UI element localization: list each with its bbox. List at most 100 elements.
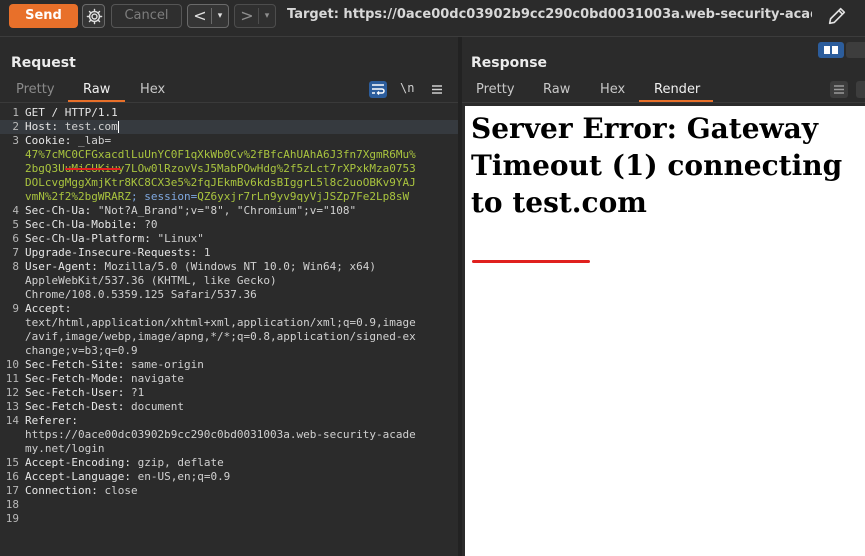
cancel-button[interactable]: Cancel [111, 4, 182, 28]
editor-line[interactable]: 9 Accept: [0, 302, 458, 316]
editor-line[interactable]: my.net/login [0, 442, 458, 456]
back-nav-group[interactable]: < ▾ [187, 4, 229, 28]
editor-line[interactable]: change;v=b3;q=0.9 [0, 344, 458, 358]
newline-toggle-icon[interactable] [856, 81, 865, 98]
line-text[interactable]: Sec-Ch-Ua-Mobile: ?0 [25, 218, 157, 232]
line-text[interactable]: my.net/login [25, 442, 104, 456]
line-text[interactable]: https://0ace00dc03902b9cc290c0bd0031003a… [25, 428, 416, 442]
editor-line[interactable]: 13 Sec-Fetch-Dest: document [0, 400, 458, 414]
line-text[interactable]: Cookie: _lab= [25, 134, 111, 148]
editor-line[interactable]: text/html,application/xhtml+xml,applicat… [0, 316, 458, 330]
line-text[interactable]: Upgrade-Insecure-Requests: 1 [25, 246, 210, 260]
editor-line[interactable]: 2 Host: test.com [0, 120, 458, 134]
newline-toggle-icon[interactable]: \n [400, 81, 418, 98]
response-tabs: Pretty Raw Hex Render [462, 80, 865, 102]
chevron-down-icon[interactable]: ▾ [260, 5, 274, 27]
text-segment: _lab= [77, 134, 112, 147]
line-text[interactable]: 47%7cMC0CFGxacdlLuUnYC0F1qXkWb0Cv%2fBfcA… [25, 148, 416, 162]
tab-hex[interactable]: Hex [600, 82, 625, 97]
back-arrow-icon[interactable]: < [190, 5, 210, 27]
editor-line[interactable]: 11 Sec-Fetch-Mode: navigate [0, 372, 458, 386]
line-number: 17 [5, 484, 19, 497]
line-text[interactable]: text/html,application/xhtml+xml,applicat… [25, 316, 416, 330]
editor-line[interactable]: 5 Sec-Ch-Ua-Mobile: ?0 [0, 218, 458, 232]
editor-line[interactable]: 7 Upgrade-Insecure-Requests: 1 [0, 246, 458, 260]
forward-arrow-icon[interactable]: > [237, 5, 257, 27]
line-text[interactable]: vmN%2f2%2bgWRARZ; session=QZ6yxjr7rLn9yv… [25, 190, 409, 204]
text-segment: Sec-Ch-Ua-Platform: [25, 232, 158, 245]
text-segment: User-Agent: [25, 260, 105, 273]
line-text[interactable]: change;v=b3;q=0.9 [25, 344, 138, 358]
target-url[interactable]: Target: https://0ace00dc03902b9cc290c0bd… [287, 7, 812, 22]
text-cursor [117, 121, 119, 133]
line-text[interactable]: Referer: [25, 414, 85, 428]
editor-line[interactable]: 12 Sec-Fetch-User: ?1 [0, 386, 458, 400]
editor-line[interactable]: DOLcvgMggXmjKtr8KC8CX3e5%2fqJEkmBv6kdsBI… [0, 176, 458, 190]
line-number: 4 [12, 204, 19, 217]
line-text[interactable]: Host: test.com [25, 120, 119, 134]
stacked-layout-icon[interactable] [846, 42, 865, 58]
editor-line[interactable]: 16 Accept-Language: en-US,en;q=0.9 [0, 470, 458, 484]
line-text[interactable]: Sec-Fetch-Mode: navigate [25, 372, 184, 386]
editor-line[interactable]: 47%7cMC0CFGxacdlLuUnYC0F1qXkWb0Cv%2fBfcA… [0, 148, 458, 162]
editor-line[interactable]: vmN%2f2%2bgWRARZ; session=QZ6yxjr7rLn9yv… [0, 190, 458, 204]
request-editor[interactable]: 1 GET / HTTP/1.1 2 Host: test.com 3 Cookie: _… [0, 104, 458, 556]
line-text[interactable]: /avif,image/webp,image/apng,*/*;q=0.8,ap… [25, 330, 416, 344]
line-text[interactable]: Accept-Language: en-US,en;q=0.9 [25, 470, 230, 484]
tab-hex[interactable]: Hex [140, 82, 165, 97]
editor-line[interactable]: 6 Sec-Ch-Ua-Platform: "Linux" [0, 232, 458, 246]
text-segment: QZ6yxjr7rLn9yv9qyVjJSZp7Fe2Lp8sW [197, 190, 410, 203]
tab-pretty[interactable]: Pretty [16, 82, 55, 97]
tab-pretty[interactable]: Pretty [476, 82, 515, 97]
editor-line[interactable]: 19 [0, 512, 458, 526]
tab-raw[interactable]: Raw [83, 82, 110, 97]
editor-line[interactable]: Chrome/108.0.5359.125 Safari/537.36 [0, 288, 458, 302]
line-number: 5 [12, 218, 19, 231]
line-text[interactable]: User-Agent: Mozilla/5.0 (Windows NT 10.0… [25, 260, 376, 274]
line-text[interactable]: Sec-Fetch-Dest: document [25, 400, 184, 414]
line-text[interactable]: Sec-Fetch-Site: same-origin [25, 358, 204, 372]
line-text[interactable]: DOLcvgMggXmjKtr8KC8CX3e5%2fqJEkmBv6kdsBI… [25, 176, 416, 190]
editor-line[interactable]: 4 Sec-Ch-Ua: "Not?A_Brand";v="8", "Chromi… [0, 204, 458, 218]
line-text[interactable]: Connection: close [25, 484, 138, 498]
tab-raw[interactable]: Raw [543, 82, 570, 97]
tab-render[interactable]: Render [654, 82, 700, 97]
text-segment: Accept-Encoding: [25, 456, 138, 469]
text-segment: DOLcvgMggXmjKtr8KC8CX3e5%2fqJEkmBv6kdsBI… [25, 176, 416, 189]
line-text[interactable]: Chrome/108.0.5359.125 Safari/537.36 [25, 288, 257, 302]
tabs-divider [0, 102, 458, 103]
line-number: 15 [5, 456, 19, 469]
annotation-underline-test-com [472, 260, 590, 263]
send-button[interactable]: Send [9, 4, 78, 28]
rendered-response: Server Error: Gateway Timeout (1) connec… [465, 106, 865, 556]
line-text[interactable]: GET / HTTP/1.1 [25, 106, 118, 120]
editor-line[interactable]: 15 Accept-Encoding: gzip, deflate [0, 456, 458, 470]
editor-line[interactable]: 18 [0, 498, 458, 512]
pencil-icon[interactable] [826, 5, 848, 31]
text-segment: AppleWebKit/537.36 (KHTML, like Gecko) [25, 274, 277, 287]
line-text[interactable]: Sec-Ch-Ua: "Not?A_Brand";v="8", "Chromiu… [25, 204, 356, 218]
forward-nav-group[interactable]: > ▾ [234, 4, 276, 28]
menu-icon[interactable] [430, 81, 448, 98]
editor-line[interactable]: /avif,image/webp,image/apng,*/*;q=0.8,ap… [0, 330, 458, 344]
editor-line[interactable]: 1 GET / HTTP/1.1 [0, 106, 458, 120]
editor-line[interactable]: 14 Referer: [0, 414, 458, 428]
line-text[interactable]: AppleWebKit/537.36 (KHTML, like Gecko) [25, 274, 277, 288]
word-wrap-icon[interactable] [830, 81, 848, 98]
chevron-down-icon[interactable]: ▾ [213, 5, 227, 27]
gear-icon[interactable] [82, 4, 105, 28]
line-text[interactable]: Accept: [25, 302, 78, 316]
editor-line[interactable]: 8 User-Agent: Mozilla/5.0 (Windows NT 10.… [0, 260, 458, 274]
line-text[interactable]: Sec-Ch-Ua-Platform: "Linux" [25, 232, 204, 246]
word-wrap-icon[interactable] [369, 81, 387, 98]
editor-line[interactable]: 10 Sec-Fetch-Site: same-origin [0, 358, 458, 372]
split-layout-icon[interactable] [818, 42, 844, 58]
editor-line[interactable]: 17 Connection: close [0, 484, 458, 498]
editor-line[interactable]: AppleWebKit/537.36 (KHTML, like Gecko) [0, 274, 458, 288]
line-text[interactable]: Accept-Encoding: gzip, deflate [25, 456, 224, 470]
line-number: 9 [12, 302, 19, 315]
line-text[interactable]: Sec-Fetch-User: ?1 [25, 386, 144, 400]
editor-line[interactable]: https://0ace00dc03902b9cc290c0bd0031003a… [0, 428, 458, 442]
text-segment: change;v=b3;q=0.9 [25, 344, 138, 357]
editor-line[interactable]: 3 Cookie: _lab= [0, 134, 458, 148]
